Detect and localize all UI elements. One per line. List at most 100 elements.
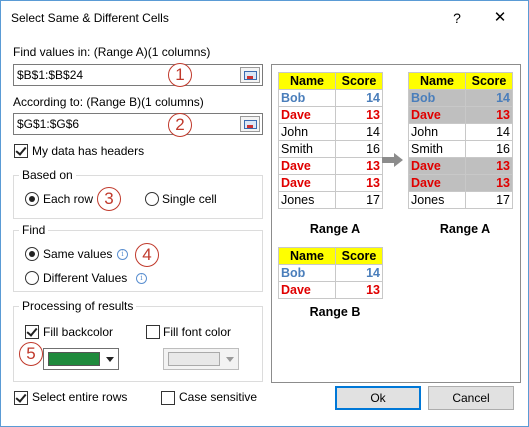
table-row: Bob 14	[278, 264, 383, 282]
score-cell: 17	[335, 191, 383, 209]
name-cell: Dave	[408, 106, 466, 124]
single-cell-radio[interactable]	[145, 192, 159, 206]
score-cell: 14	[335, 264, 383, 282]
score-cell: 16	[465, 140, 513, 158]
range-a-header-score: Score	[335, 72, 383, 90]
fill-font-color-label: Fill font color	[163, 325, 232, 339]
each-row-label: Each row	[43, 192, 94, 206]
score-cell: 13	[465, 157, 513, 175]
score-cell: 13	[465, 106, 513, 124]
step-badge-5: 5	[19, 342, 43, 366]
range-b-value: $G$1:$G$6	[17, 117, 80, 131]
dialog-title: Select Same & Different Cells	[11, 11, 169, 25]
table-row: Smith 16	[278, 140, 383, 158]
cancel-button[interactable]: Cancel	[428, 386, 514, 410]
range-a-header-name: Name	[278, 72, 336, 90]
range-b-picker-icon[interactable]	[240, 116, 260, 132]
range-b-label: According to: (Range B)(1 columns)	[13, 95, 204, 109]
name-cell: John	[408, 123, 466, 141]
preview-panel: Name Score Bob 14 Dave 13 John 14 Smith 16 Dave 13 D…	[271, 64, 521, 383]
help-button[interactable]: ?	[445, 7, 469, 29]
each-row-radio[interactable]	[25, 192, 39, 206]
range-a-value: $B$1:$B$24	[17, 68, 84, 82]
fill-font-color-checkbox[interactable]	[146, 325, 160, 339]
name-cell: Bob	[278, 89, 336, 107]
score-cell: 14	[335, 123, 383, 141]
range-a-result-header-name: Name	[408, 72, 466, 90]
font-color-picker	[163, 348, 239, 370]
same-values-radio[interactable]	[25, 247, 39, 261]
name-cell: Bob	[278, 264, 336, 282]
range-a-label: Find values in: (Range A)(1 columns)	[13, 45, 211, 59]
table-row: Dave 13	[278, 281, 383, 299]
different-values-label: Different Values	[43, 271, 128, 285]
single-cell-label: Single cell	[162, 192, 217, 206]
title-bar: Select Same & Different Cells ? ✕	[1, 1, 528, 35]
range-b-input[interactable]: $G$1:$G$6	[13, 113, 263, 135]
same-values-label: Same values	[43, 247, 113, 261]
step-badge-4: 4	[135, 243, 159, 267]
select-entire-rows-label: Select entire rows	[32, 390, 128, 404]
name-cell: Smith	[278, 140, 336, 158]
table-row: Dave 13	[278, 157, 383, 175]
name-cell: Smith	[408, 140, 466, 158]
table-row: Jones 17	[278, 191, 383, 209]
name-cell: Dave	[278, 174, 336, 192]
table-row: Bob 14	[278, 89, 383, 107]
font-color-swatch	[168, 352, 220, 366]
same-values-info-icon[interactable]: i	[117, 249, 128, 260]
my-data-has-headers-label: My data has headers	[32, 144, 145, 158]
score-cell: 13	[335, 106, 383, 124]
case-sensitive-checkbox[interactable]	[161, 391, 175, 405]
score-cell: 13	[335, 281, 383, 299]
backcolor-swatch	[48, 352, 100, 366]
name-cell: Bob	[408, 89, 466, 107]
name-cell: Dave	[278, 106, 336, 124]
table-row: Smith 16	[408, 140, 513, 158]
table-row: Dave 13	[278, 174, 383, 192]
range-a-result-caption: Range A	[439, 222, 491, 236]
name-cell: Dave	[278, 157, 336, 175]
my-data-has-headers-checkbox[interactable]	[14, 144, 28, 158]
score-cell: 16	[335, 140, 383, 158]
score-cell: 13	[335, 157, 383, 175]
name-cell: John	[278, 123, 336, 141]
score-cell: 17	[465, 191, 513, 209]
step-badge-3: 3	[97, 187, 121, 211]
score-cell: 14	[465, 89, 513, 107]
table-row: Dave 13	[278, 106, 383, 124]
different-values-radio[interactable]	[25, 271, 39, 285]
score-cell: 13	[335, 174, 383, 192]
range-b-header-score: Score	[335, 247, 383, 265]
range-b-header-name: Name	[278, 247, 336, 265]
based-on-title: Based on	[19, 168, 76, 182]
backcolor-picker[interactable]	[43, 348, 119, 370]
arrow-right-icon	[382, 153, 403, 167]
ok-button[interactable]: Ok	[335, 386, 421, 410]
name-cell: Jones	[408, 191, 466, 209]
find-title: Find	[19, 223, 49, 237]
range-a-picker-icon[interactable]	[240, 67, 260, 83]
chevron-down-icon[interactable]	[102, 349, 118, 369]
processing-group	[13, 306, 263, 382]
range-a-input[interactable]: $B$1:$B$24	[13, 64, 263, 86]
range-a-result-table: Name Score Bob 14 Dave 13 John 14 Smith 16 Dave 13 D…	[408, 72, 513, 209]
name-cell: Dave	[278, 281, 336, 299]
table-row: Dave 13	[408, 106, 513, 124]
table-row: Bob 14	[408, 89, 513, 107]
table-row: Dave 13	[408, 157, 513, 175]
different-values-info-icon[interactable]: i	[136, 273, 147, 284]
fill-backcolor-checkbox[interactable]	[25, 325, 39, 339]
table-row: Dave 13	[408, 174, 513, 192]
close-button[interactable]: ✕	[488, 7, 512, 29]
score-cell: 14	[335, 89, 383, 107]
score-cell: 13	[465, 174, 513, 192]
select-same-different-dialog: Select Same & Different Cells ? ✕ Find v…	[0, 0, 529, 427]
score-cell: 14	[465, 123, 513, 141]
name-cell: Jones	[278, 191, 336, 209]
processing-title: Processing of results	[19, 299, 137, 313]
step-badge-2: 2	[168, 113, 192, 137]
range-b-table: Name Score Bob 14 Dave 13	[278, 247, 383, 299]
chevron-down-icon	[222, 349, 238, 369]
select-entire-rows-checkbox[interactable]	[14, 391, 28, 405]
